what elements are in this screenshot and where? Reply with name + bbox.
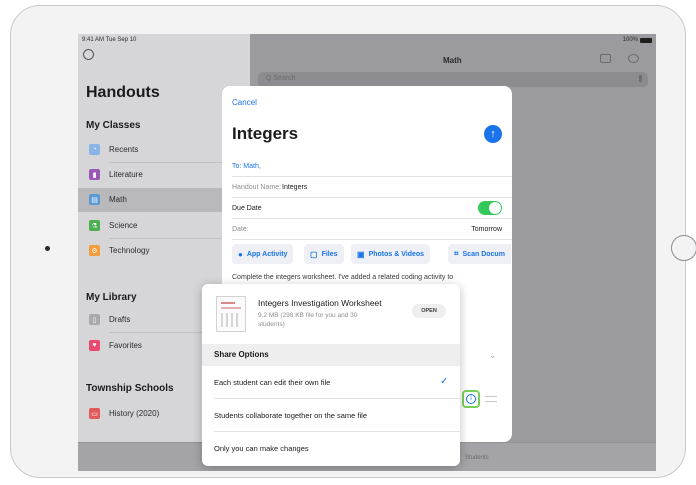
toggle-knob — [489, 202, 501, 214]
share-option-edit-own[interactable]: Each student can edit their own file ✓ — [202, 366, 460, 399]
status-battery: 100% — [623, 37, 652, 43]
date-row[interactable]: Date: Tomorrow — [232, 219, 512, 240]
handout-name-label: Handout Name: — [232, 184, 282, 191]
due-date-row: Due Date — [232, 198, 512, 219]
share-option-only-you[interactable]: Only you can make changes — [202, 432, 460, 465]
chip-label: Scan Docum — [462, 250, 505, 258]
clock-icon: ◔ — [89, 144, 100, 155]
account-icon[interactable] — [628, 54, 639, 63]
chip-label: Files — [321, 250, 338, 258]
app-activity-icon: ● — [238, 249, 243, 259]
files-icon: ▢ — [310, 249, 318, 259]
file-thumbnail — [216, 296, 246, 332]
info-button[interactable]: i — [462, 390, 480, 408]
date-value: Tomorrow — [471, 226, 502, 233]
share-option-collaborate[interactable]: Students collaborate together on the sam… — [202, 399, 460, 432]
to-field[interactable]: To: Math, — [232, 156, 512, 177]
status-bar: 9:41 AM Tue Sep 10 100% — [78, 34, 656, 46]
app-activity-button[interactable]: ● App Activity — [232, 244, 294, 264]
profile-icon[interactable] — [83, 49, 94, 60]
section-header-schools: Township Schools — [86, 383, 174, 394]
search-bar[interactable]: Q Search — [258, 72, 648, 87]
scan-icon: ⌗ — [454, 249, 459, 258]
share-option-label: Students collaborate together on the sam… — [214, 411, 368, 420]
page-title: Math — [443, 56, 462, 65]
book-icon: ▮ — [89, 169, 100, 180]
handout-title: Integers — [232, 124, 299, 143]
files-button[interactable]: ▢ Files — [304, 244, 344, 264]
battery-percent: 100% — [622, 37, 638, 43]
file-name: Integers Investigation Worksheet — [258, 298, 382, 308]
sidebar-item-label: Recents — [109, 145, 139, 154]
sidebar-item-label: Science — [109, 221, 138, 230]
due-date-toggle[interactable] — [478, 201, 502, 215]
open-button[interactable]: OPEN — [412, 304, 446, 318]
thumb-subtitle-line — [221, 307, 241, 309]
chip-label: Photos & Videos — [368, 250, 425, 258]
chip-label: App Activity — [246, 250, 288, 258]
sidebar-item-label: Literature — [109, 170, 143, 179]
history-icon: ▭ — [89, 408, 100, 419]
chevron-down-icon: ⌄ — [489, 351, 496, 360]
heart-icon: ♥ — [89, 340, 100, 351]
camera-dot — [45, 246, 50, 251]
section-header-classes: My Classes — [86, 120, 141, 131]
sidebar-title: Handouts — [86, 84, 160, 101]
technology-icon: ⚙ — [89, 245, 100, 256]
drafts-icon: ▯ — [89, 314, 100, 325]
search-placeholder: Q Search — [266, 75, 296, 82]
sidebar-item-label: Technology — [109, 246, 150, 255]
photos-icon: ▣ — [357, 249, 365, 259]
sidebar-item-label: History (2020) — [109, 409, 160, 418]
date-label: Date: — [232, 226, 249, 233]
to-label: To: Math, — [232, 163, 261, 170]
ipad-screen: 9:41 AM Tue Sep 10 100% Handouts My Clas… — [78, 34, 656, 471]
handout-note[interactable]: Complete the integers worksheet. I've ad… — [232, 273, 508, 283]
thumb-table — [221, 313, 241, 327]
sidebar-item-label: Drafts — [109, 315, 131, 324]
info-icon: i — [466, 394, 476, 404]
section-header-library: My Library — [86, 292, 137, 303]
battery-icon — [640, 37, 652, 43]
checkmark-icon: ✓ — [440, 376, 449, 387]
share-options-header: Share Options — [202, 344, 460, 366]
scan-icon[interactable] — [600, 54, 611, 63]
math-book-icon: ▤ — [89, 194, 100, 205]
sidebar-item-label: Math — [109, 195, 127, 204]
ipad-frame: 9:41 AM Tue Sep 10 100% Handouts My Clas… — [10, 5, 696, 478]
science-icon: ⚗ — [89, 220, 100, 231]
home-button[interactable] — [671, 235, 696, 261]
microphone-icon[interactable] — [639, 75, 642, 82]
due-date-label: Due Date — [232, 205, 262, 212]
handout-name-value: Integers — [282, 184, 308, 191]
share-option-label: Only you can make changes — [214, 444, 309, 453]
scan-documents-button[interactable]: ⌗ Scan Docum — [448, 244, 511, 264]
photos-videos-button[interactable]: ▣ Photos & Videos — [351, 244, 431, 264]
arrow-up-icon: ↑ — [490, 128, 496, 140]
thumb-title-line — [221, 302, 235, 304]
handout-name-field[interactable]: Handout Name: Integers — [232, 177, 512, 198]
sidebar-item-label: Favorites — [109, 341, 142, 350]
cancel-button[interactable]: Cancel — [232, 98, 257, 107]
send-button[interactable]: ↑ — [484, 125, 502, 143]
status-time: 9:41 AM Tue Sep 10 — [82, 37, 137, 43]
file-meta: 9.2 MB (298 KB file for you and 30 stude… — [258, 312, 358, 328]
reorder-handle-icon[interactable] — [485, 396, 497, 402]
share-option-label: Each student can edit their own file — [214, 378, 331, 387]
tab-students[interactable]: Students — [465, 455, 489, 461]
share-options-popover: Integers Investigation Worksheet 9.2 MB … — [202, 284, 460, 466]
